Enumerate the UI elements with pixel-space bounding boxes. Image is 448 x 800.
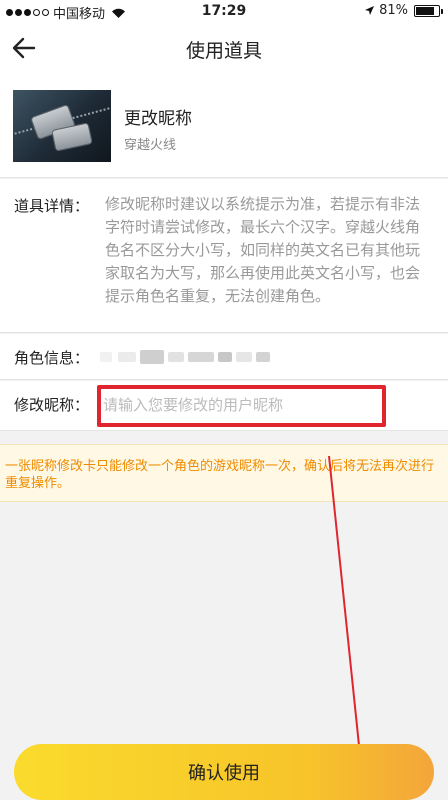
status-bar-right: 81%	[364, 3, 443, 18]
role-info-label: 角色信息：	[14, 349, 90, 367]
nav-bar: 使用道具	[0, 22, 448, 74]
battery-icon	[414, 4, 443, 17]
nickname-input[interactable]	[103, 391, 378, 419]
nickname-label: 修改昵称：	[14, 396, 90, 414]
location-arrow-icon	[365, 6, 375, 15]
item-name: 更改昵称	[124, 109, 192, 129]
item-card: 更改昵称 穿越火线	[0, 74, 448, 178]
role-info-row: 角色信息：	[0, 334, 448, 380]
page-title: 使用道具	[185, 40, 262, 62]
details-label: 道具详情：	[14, 197, 90, 215]
warning-notice: 一张昵称修改卡只能修改一个角色的游戏昵称一次，确认后将无法再次进行重复操作。	[0, 444, 448, 502]
details-text: 修改昵称时建议以系统提示为准，若提示有非法字符时请尝试修改，最长六个汉字。穿越火…	[105, 195, 421, 305]
confirm-use-button[interactable]: 确认使用	[14, 744, 434, 800]
item-details-section: 道具详情： 修改昵称时建议以系统提示为准，若提示有非法字符时请尝试修改，最长六个…	[0, 179, 448, 333]
item-game-name: 穿越火线	[124, 138, 177, 153]
item-thumbnail	[13, 90, 111, 162]
nickname-row: 修改昵称：	[0, 381, 448, 431]
battery-percent: 81%	[379, 3, 408, 18]
battery-fill	[416, 6, 434, 15]
status-bar: 中国移动 17:29 81%	[0, 0, 448, 22]
